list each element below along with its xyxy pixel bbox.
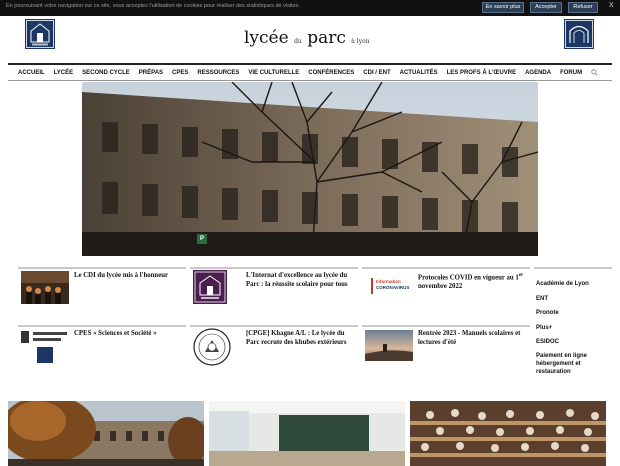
covid-thumb-label: CORONAVIRUS — [376, 285, 410, 290]
news-title[interactable]: [CPGE] Khagne A/L : Le lycée du Parc rec… — [246, 329, 356, 347]
cookie-text: En poursuivant votre navigation sur ce s… — [6, 3, 300, 9]
news-rule — [190, 267, 358, 269]
nav-item-lycee[interactable]: LYCÉE — [54, 66, 73, 80]
nav-item-profs[interactable]: LES PROFS À L'ŒUVRE — [447, 66, 516, 80]
bottom-photo-amphitheatre[interactable] — [410, 401, 606, 466]
main-nav: ACCUEIL LYCÉE SECOND CYCLE PRÉPAS CPES R… — [8, 66, 612, 80]
news-title[interactable]: Le CDI du lycée mis à l'honneur — [74, 271, 182, 280]
news-rule — [362, 325, 530, 327]
nav-item-forum[interactable]: FORUM — [560, 66, 582, 80]
sidebar-link-plus[interactable]: Plus+ — [536, 324, 552, 332]
news-rule — [18, 325, 186, 327]
nav-item-vie-culturelle[interactable]: VIE CULTURELLE — [248, 66, 299, 80]
cookie-more-button[interactable]: En savoir plus — [482, 2, 524, 13]
hero-photo[interactable] — [82, 82, 538, 256]
nav-item-cpes[interactable]: CPES — [172, 66, 188, 80]
news-title-text: Protocoles COVID en vigueur au 1 — [418, 274, 519, 282]
thumb-block — [21, 331, 29, 343]
site-title-word: lycée — [244, 28, 289, 48]
sidebar-link-ent[interactable]: ENT — [536, 295, 548, 303]
news-title[interactable]: Protocoles COVID en vigueur au 1er novem… — [418, 271, 528, 291]
nav-item-ressources[interactable]: RESSOURCES — [197, 66, 239, 80]
news-thumb-internat[interactable] — [193, 270, 227, 304]
news-title[interactable]: L'Internat d'excellence au lycée du Parc… — [246, 271, 356, 289]
nav-item-agenda[interactable]: AGENDA — [525, 66, 551, 80]
thumb-block — [33, 332, 67, 335]
site-title-word: à lyon — [351, 38, 370, 45]
nav-item-prepas[interactable]: PRÉPAS — [139, 66, 163, 80]
news-thumb-rentree[interactable] — [365, 330, 413, 361]
lyon-crest-logo[interactable] — [564, 19, 594, 49]
news-title-text: novembre 2022 — [418, 283, 463, 291]
school-crest-icon — [37, 347, 53, 363]
sidebar-link-academie[interactable]: Académie de Lyon — [536, 280, 589, 288]
site-title[interactable]: lycée du parc à lyon — [244, 28, 384, 50]
nav-bottom-rule — [8, 80, 612, 81]
cookie-refuse-button[interactable]: Refuser — [568, 2, 598, 13]
news-title-sup: er — [518, 273, 524, 278]
nav-item-cdi-ent[interactable]: CDI / ENT — [363, 66, 390, 80]
nav-item-second-cycle[interactable]: SECOND CYCLE — [82, 66, 130, 80]
nav-item-actualites[interactable]: ACTUALITÉS — [400, 66, 438, 80]
news-thumb-khagne[interactable] — [193, 328, 231, 366]
school-crest-logo[interactable] — [25, 19, 55, 49]
covid-thumb-label: Information — [376, 279, 401, 284]
thumb-block — [33, 338, 61, 341]
news-rule — [362, 267, 530, 269]
sidebar-rule — [534, 267, 612, 269]
news-rule — [18, 267, 186, 269]
nav-item-accueil[interactable]: ACCUEIL — [18, 66, 45, 80]
nav-item-conferences[interactable]: CONFÉRENCES — [308, 66, 354, 80]
news-title[interactable]: CPES « Sciences et Société » — [74, 329, 182, 338]
search-icon[interactable] — [591, 66, 598, 80]
nav-top-rule — [8, 63, 612, 65]
cookie-close-icon[interactable]: X — [609, 2, 614, 9]
sidebar-link-paiement[interactable]: Paiement en ligne hébergement et restaur… — [536, 352, 608, 376]
cookie-banner: En poursuivant votre navigation sur ce s… — [0, 0, 620, 16]
sidebar-link-esidoc[interactable]: ESIDOC — [536, 338, 559, 346]
hero-badge: P — [197, 234, 207, 244]
site-title-word: du — [294, 38, 302, 45]
news-thumb-covid[interactable]: Information CORONAVIRUS — [365, 278, 411, 294]
news-rule — [190, 325, 358, 327]
news-thumb-cpes[interactable] — [21, 329, 69, 363]
covid-marker — [371, 278, 373, 294]
bottom-photo-classroom[interactable] — [209, 401, 405, 466]
bottom-photo-campus[interactable] — [8, 401, 204, 466]
cookie-accept-button[interactable]: Accepter — [530, 2, 562, 13]
site-title-word: parc — [307, 28, 346, 48]
sidebar-link-pronote[interactable]: Pronote — [536, 309, 559, 317]
news-thumb-cdi[interactable] — [21, 271, 69, 304]
news-title[interactable]: Rentrée 2023 - Manuels scolaires et lect… — [418, 329, 528, 347]
